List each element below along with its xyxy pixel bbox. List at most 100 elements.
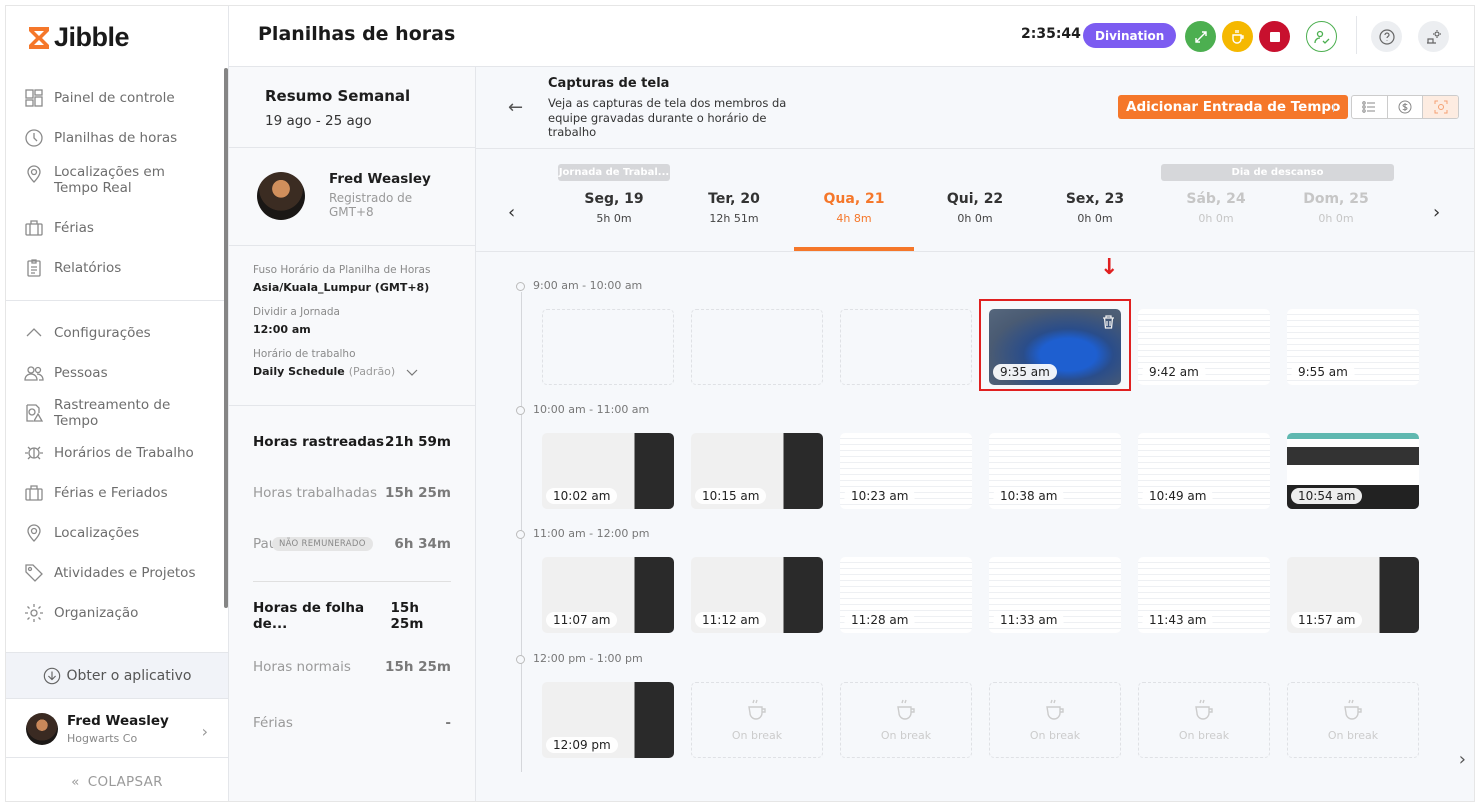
screenshot-thumbnail[interactable]: 9:42 am bbox=[1138, 309, 1270, 385]
day-name: Qui, 22 bbox=[946, 191, 1004, 207]
day-hours: 0h 0m bbox=[1318, 212, 1354, 225]
sidebar-item-label: Férias e Feriados bbox=[54, 485, 168, 501]
on-break-label: On break bbox=[1327, 728, 1379, 742]
logo[interactable]: Jibble bbox=[28, 22, 130, 53]
workday-tag: Jornada de Trabal... bbox=[558, 164, 670, 181]
back-arrow-icon[interactable]: ← bbox=[508, 97, 523, 118]
sidebar-item-organization[interactable]: Organização bbox=[6, 593, 229, 633]
current-activity-badge[interactable]: Divination bbox=[1083, 23, 1177, 48]
coffee-cup-icon bbox=[1231, 29, 1244, 44]
day-name: Ter, 20 bbox=[708, 191, 760, 207]
sidebar-item-label: Horários de Trabalho bbox=[54, 445, 194, 461]
screenshot-thumbnail[interactable]: 10:02 am bbox=[542, 433, 674, 509]
screenshot-thumbnail[interactable]: 11:12 am bbox=[691, 557, 823, 633]
screenshot-time: 10:38 am bbox=[993, 488, 1065, 504]
sidebar-item-dashboard[interactable]: Painel de controle bbox=[6, 78, 229, 118]
empty-screenshot-slot bbox=[840, 309, 972, 385]
day-hours: 0h 0m bbox=[957, 212, 993, 225]
sidebar-item-leave-holidays[interactable]: Férias e Feriados bbox=[6, 473, 229, 513]
schedule-note: (Padrão) bbox=[348, 365, 396, 378]
sidebar-item-locations[interactable]: Localizações bbox=[6, 513, 229, 553]
screenshots-title: Capturas de tela bbox=[548, 76, 670, 91]
list-view-button[interactable] bbox=[1352, 96, 1388, 118]
screenshot-thumbnail[interactable]: 11:28 am bbox=[840, 557, 972, 633]
user-name: Fred Weasley bbox=[67, 712, 169, 729]
time-tracking-icon bbox=[26, 404, 44, 422]
tab-day-sat[interactable]: Sáb, 24 0h 0m bbox=[1156, 191, 1276, 225]
screenshots-view-button[interactable] bbox=[1423, 96, 1458, 118]
sidebar-item-label: Organização bbox=[54, 605, 139, 621]
timeline-dot bbox=[516, 530, 525, 539]
help-button[interactable] bbox=[1371, 21, 1402, 52]
screenshot-time: 10:49 am bbox=[1142, 488, 1214, 504]
switch-activity-button[interactable] bbox=[1185, 21, 1216, 52]
tab-day-sun[interactable]: Dom, 25 0h 0m bbox=[1276, 191, 1396, 225]
divider bbox=[253, 581, 451, 582]
prev-week-arrow[interactable]: ‹ bbox=[508, 202, 515, 223]
tab-day-fri[interactable]: Sex, 23 0h 0m bbox=[1035, 191, 1155, 225]
screenshot-thumbnail[interactable]: 10:15 am bbox=[691, 433, 823, 509]
screenshot-thumbnail[interactable]: 9:55 am bbox=[1287, 309, 1419, 385]
user-profile-button[interactable]: Fred Weasley Hogwarts Co › bbox=[6, 700, 228, 758]
screenshot-thumbnail[interactable]: 11:43 am bbox=[1138, 557, 1270, 633]
member-profile: Fred Weasley Registrado de GMT+8 bbox=[229, 148, 475, 246]
divider bbox=[1333, 104, 1334, 112]
day-name: Sáb, 24 bbox=[1186, 191, 1246, 207]
screenshot-time: 10:02 am bbox=[546, 488, 618, 504]
screenshot-thumbnail[interactable]: 10:54 am bbox=[1287, 433, 1419, 509]
screenshot-timeline: 9:00 am - 10:00 am 9:35 am ↓ 9:42 am 9:55 am… bbox=[476, 252, 1474, 801]
next-week-arrow[interactable]: › bbox=[1433, 202, 1440, 223]
collapse-button[interactable]: « COLAPSAR bbox=[6, 762, 228, 801]
add-time-entry-button[interactable]: Adicionar Entrada de Tempo bbox=[1118, 95, 1349, 119]
screenshot-thumbnail[interactable]: 10:23 am bbox=[840, 433, 972, 509]
tab-day-tue[interactable]: Ter, 20 12h 51m bbox=[674, 191, 794, 225]
sidebar-item-reports[interactable]: Relatórios bbox=[6, 248, 229, 288]
sidebar-item-activities-projects[interactable]: Atividades e Projetos bbox=[6, 553, 229, 593]
double-chevron-left-icon: « bbox=[71, 774, 80, 790]
stat-value: 15h 25m bbox=[385, 658, 451, 675]
screenshot-thumbnail[interactable]: 10:38 am bbox=[989, 433, 1121, 509]
sidebar-settings-toggle[interactable]: Configurações bbox=[6, 313, 229, 353]
screenshot-time: 10:54 am bbox=[1291, 488, 1363, 504]
sidebar-scrollbar[interactable] bbox=[224, 68, 228, 608]
sidebar-item-people[interactable]: Pessoas bbox=[6, 353, 229, 393]
sidebar-item-time-tracking[interactable]: Rastreamento de Tempo bbox=[6, 393, 229, 433]
stat-value: 6h 34m bbox=[394, 535, 451, 552]
tab-day-wed[interactable]: Qua, 21 4h 8m bbox=[794, 191, 914, 225]
get-app-button[interactable]: Obter o aplicativo bbox=[6, 652, 228, 699]
break-button[interactable] bbox=[1222, 21, 1253, 52]
stat-tracked-hours: Horas rastreadas 21h 59m bbox=[253, 416, 451, 467]
on-break-label: On break bbox=[880, 728, 932, 742]
work-schedule-icon bbox=[25, 446, 43, 460]
sidebar-item-live-locations[interactable]: Localizações em Tempo Real bbox=[6, 158, 229, 208]
sidebar-item-timesheets[interactable]: Planilhas de horas bbox=[6, 118, 229, 158]
tab-day-mon[interactable]: Seg, 19 5h 0m bbox=[554, 191, 674, 225]
screenshot-thumbnail[interactable]: 12:09 pm bbox=[542, 682, 674, 758]
sidebar-item-leave[interactable]: Férias bbox=[6, 208, 229, 248]
scroll-right-arrow[interactable]: › bbox=[1459, 749, 1466, 770]
location-pin-icon bbox=[27, 165, 41, 183]
coffee-cup-icon bbox=[1344, 699, 1362, 720]
app-window: Jibble Painel de controle Planilhas de h… bbox=[5, 5, 1475, 802]
on-break-slot: On break bbox=[1287, 682, 1419, 758]
timeline-dot bbox=[516, 282, 525, 291]
screenshot-time: 10:23 am bbox=[844, 488, 916, 504]
chevron-down-icon bbox=[406, 369, 418, 376]
screenshot-thumbnail[interactable]: 11:07 am bbox=[542, 557, 674, 633]
coffee-cup-icon bbox=[897, 699, 915, 720]
rest-day-tag: Dia de descanso bbox=[1161, 164, 1394, 181]
sidebar-item-label: Rastreamento de Tempo bbox=[54, 397, 171, 429]
sidebar-item-work-schedules[interactable]: Horários de Trabalho bbox=[6, 433, 229, 473]
tab-day-thu[interactable]: Qui, 22 0h 0m bbox=[915, 191, 1035, 225]
stop-timer-button[interactable] bbox=[1259, 21, 1290, 52]
schedule-dropdown[interactable]: Daily Schedule (Padrão) bbox=[253, 365, 451, 378]
screenshot-thumbnail[interactable]: 11:57 am bbox=[1287, 557, 1419, 633]
stat-payroll-hours: Horas de folha de... 15h 25m bbox=[253, 590, 451, 641]
screenshot-thumbnail[interactable]: 10:49 am bbox=[1138, 433, 1270, 509]
pay-view-button[interactable] bbox=[1388, 96, 1424, 118]
settings-button[interactable] bbox=[1418, 21, 1449, 52]
screenshot-time: 11:57 am bbox=[1291, 612, 1363, 628]
clock-in-member-button[interactable] bbox=[1306, 21, 1337, 52]
screenshot-thumbnail[interactable]: 11:33 am bbox=[989, 557, 1121, 633]
timeline-dot bbox=[516, 655, 525, 664]
